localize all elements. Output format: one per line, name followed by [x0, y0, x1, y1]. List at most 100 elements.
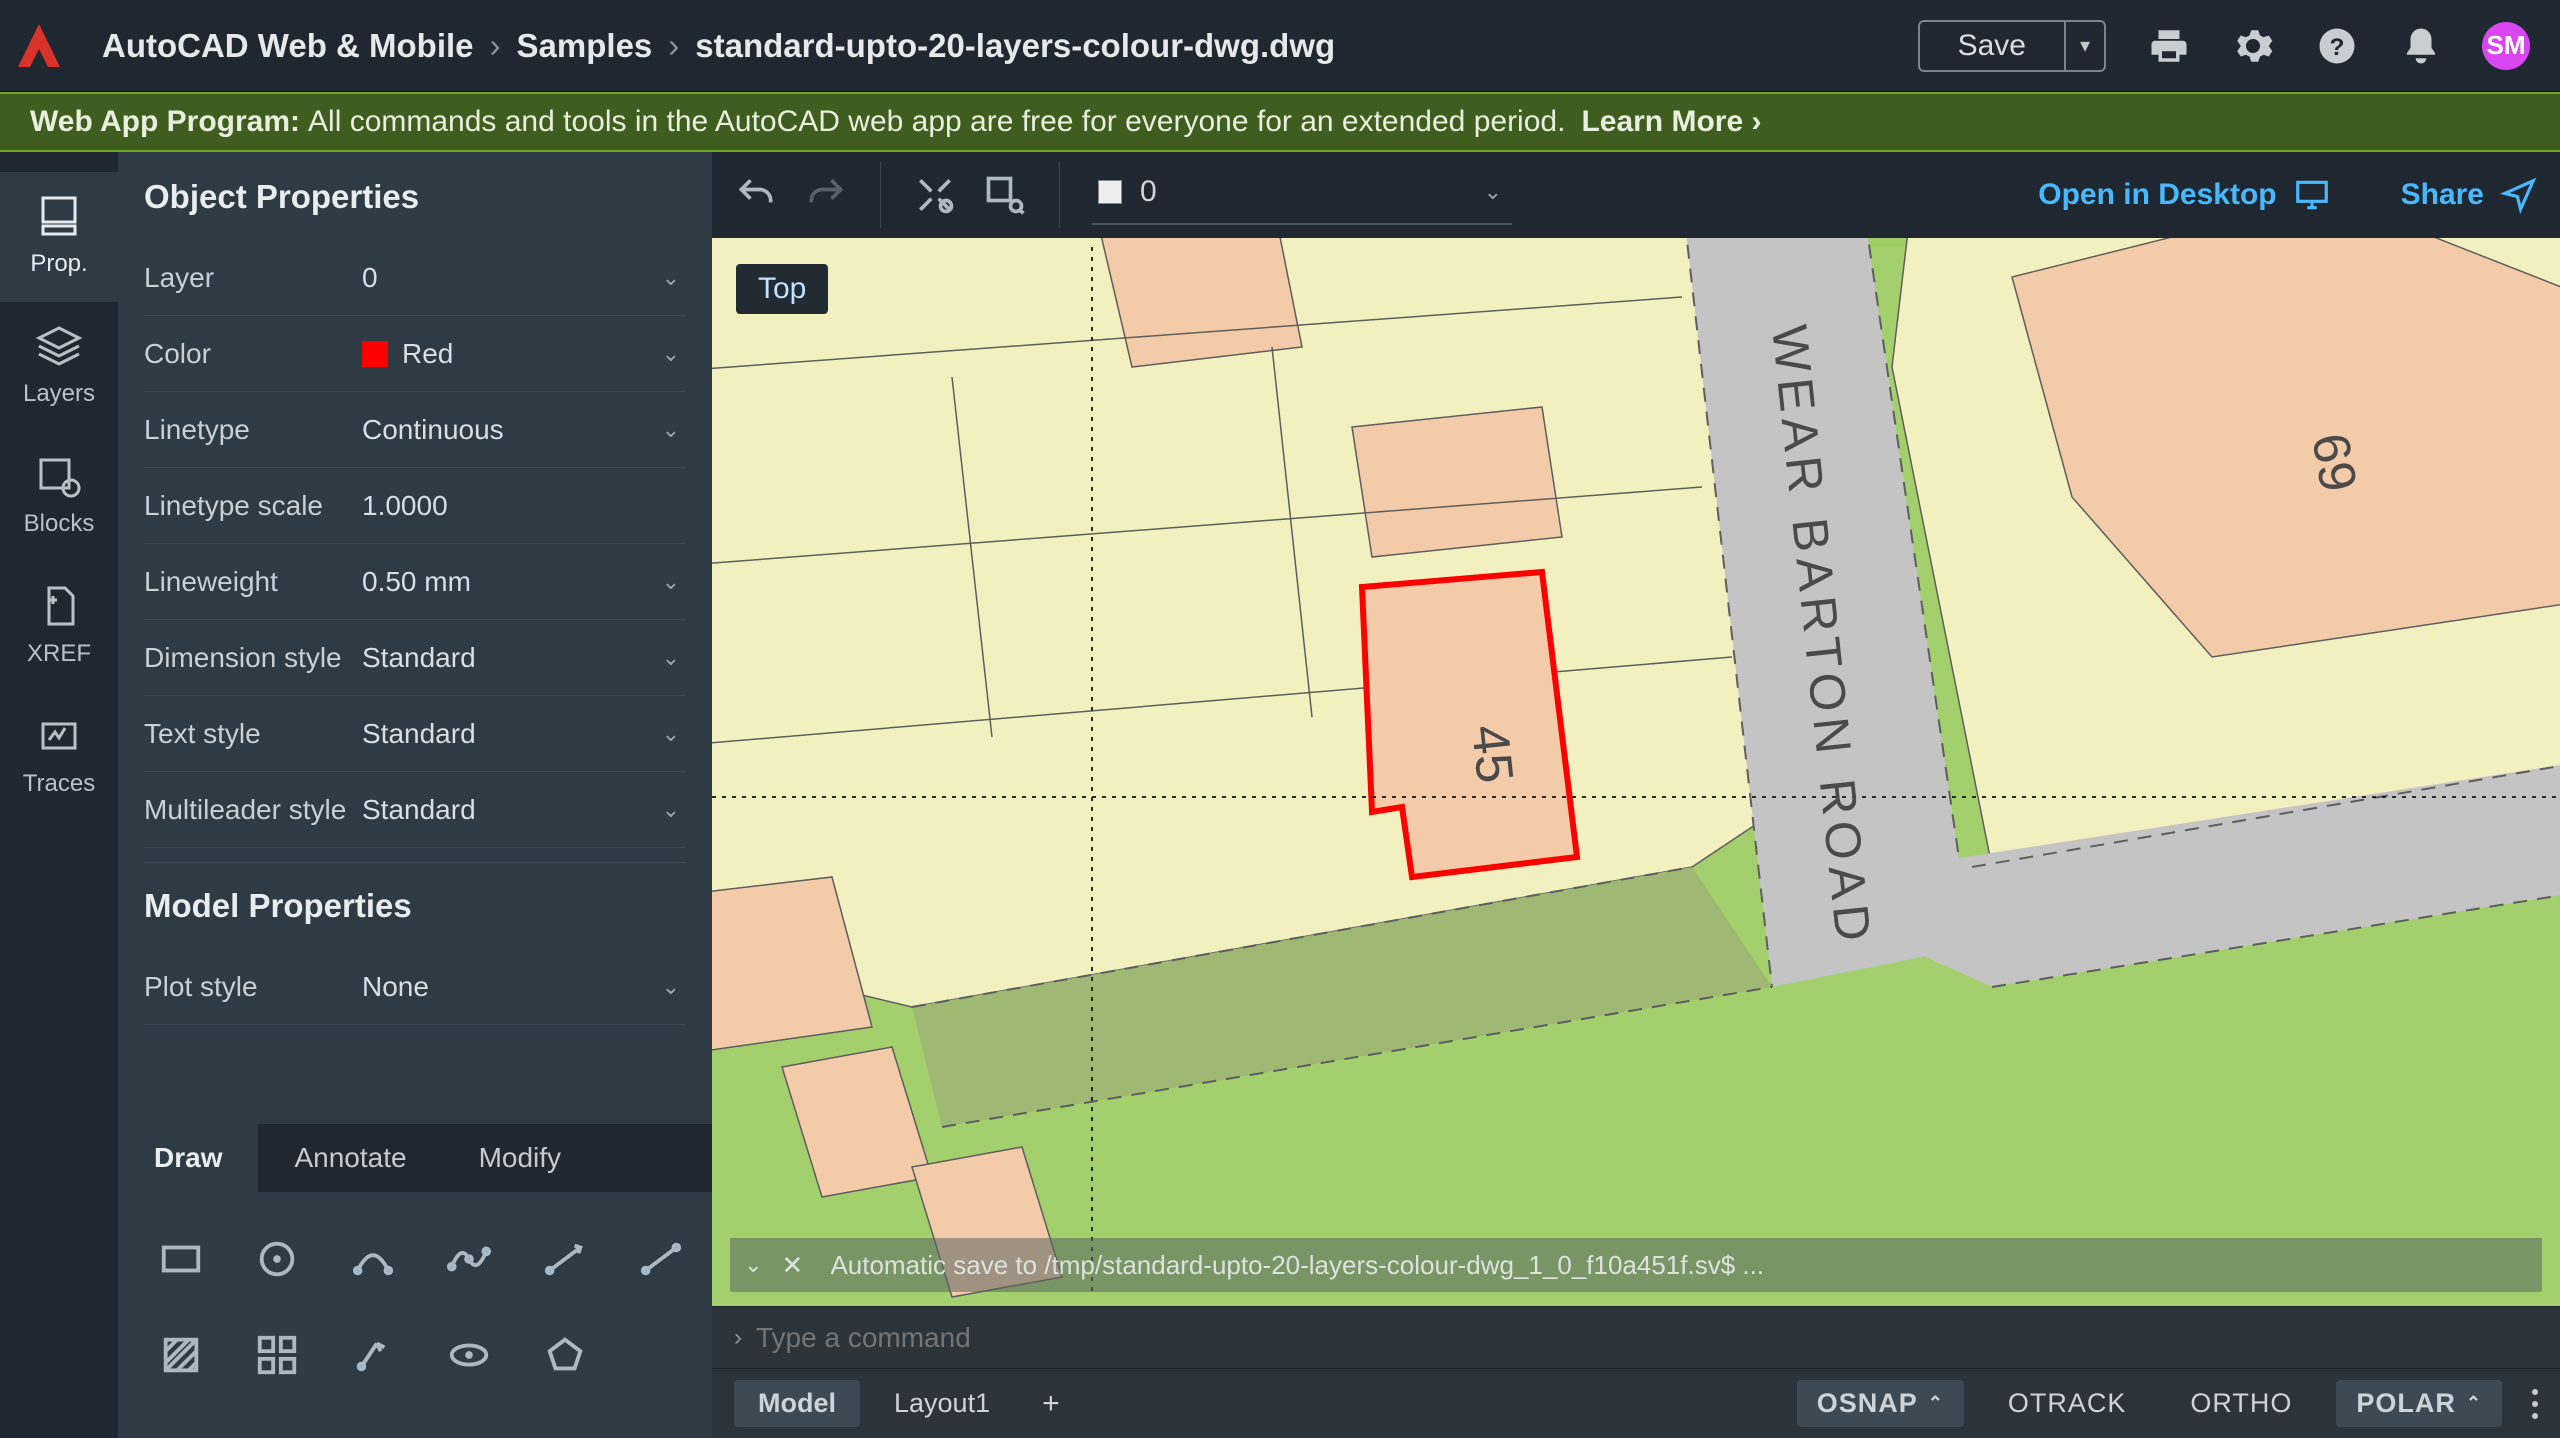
prop-ltscale[interactable]: Linetype scale 1.0000: [144, 468, 686, 544]
color-swatch: [362, 341, 388, 367]
properties-panel: Object Properties Layer 0⌄ Color Red⌄ Li…: [118, 152, 712, 1438]
tool-line[interactable]: [622, 1220, 700, 1298]
save-dropdown[interactable]: ▾: [2066, 22, 2104, 70]
prop-lineweight[interactable]: Lineweight 0.50 mm⌄: [144, 544, 686, 620]
save-button[interactable]: Save ▾: [1918, 20, 2106, 72]
autosave-text: Automatic save to /tmp/standard-upto-20-…: [830, 1250, 1764, 1281]
breadcrumb-folder[interactable]: Samples: [517, 27, 653, 65]
autosave-message: ⌄ ✕ Automatic save to /tmp/standard-upto…: [730, 1238, 2542, 1292]
chevron-down-icon: ⌄: [1484, 179, 1502, 205]
open-in-desktop-button[interactable]: Open in Desktop: [2038, 176, 2330, 214]
tab-layout1[interactable]: Layout1: [870, 1380, 1014, 1427]
drawing-canvas[interactable]: Top: [712, 238, 2560, 1306]
tool-hatch[interactable]: [142, 1316, 220, 1394]
layers-icon: [35, 322, 83, 370]
tool-rectangle[interactable]: [142, 1220, 220, 1298]
undo-button[interactable]: [734, 173, 778, 217]
share-button[interactable]: Share: [2401, 176, 2538, 214]
tab-annotate[interactable]: Annotate: [258, 1124, 442, 1192]
nav-traces-label: Traces: [23, 770, 95, 798]
layer-current-value: 0: [1140, 175, 1157, 209]
toggle-otrack[interactable]: OTRACK: [1988, 1380, 2147, 1427]
breadcrumb-sep-icon: ›: [490, 27, 501, 65]
chevron-down-icon: ⌄: [662, 797, 680, 823]
canvas-toolbar: 0 ⌄ Open in Desktop Share: [712, 152, 2560, 238]
nav-xref[interactable]: XREF: [0, 562, 118, 692]
chevron-down-icon[interactable]: ⌄: [744, 1252, 762, 1278]
gear-icon[interactable]: [2232, 25, 2274, 67]
avatar[interactable]: SM: [2482, 22, 2530, 70]
tool-polyline[interactable]: [526, 1220, 604, 1298]
command-input[interactable]: [756, 1322, 2538, 1354]
nav-properties[interactable]: Prop.: [0, 172, 118, 302]
prop-layer[interactable]: Layer 0⌄: [144, 240, 686, 316]
nav-blocks[interactable]: Blocks: [0, 432, 118, 562]
prop-color[interactable]: Color Red⌄: [144, 316, 686, 392]
tool-circle[interactable]: [238, 1220, 316, 1298]
tool-ellipse[interactable]: [430, 1316, 508, 1394]
save-button-label[interactable]: Save: [1920, 22, 2066, 70]
desktop-icon: [2293, 176, 2331, 214]
tool-spline[interactable]: [430, 1220, 508, 1298]
tool-point[interactable]: [334, 1316, 412, 1394]
prop-plotstyle[interactable]: Plot style None⌄: [144, 949, 686, 1025]
bell-icon[interactable]: [2400, 25, 2442, 67]
drawing-content: 45 69 WEAR BARTON ROAD: [712, 238, 2560, 1306]
breadcrumb-root[interactable]: AutoCAD Web & Mobile: [102, 27, 474, 65]
command-bar[interactable]: ›: [712, 1306, 2560, 1368]
nav-blocks-label: Blocks: [24, 510, 95, 538]
banner-title: Web App Program:: [30, 105, 300, 139]
tab-draw[interactable]: Draw: [118, 1124, 258, 1192]
nav-layers-label: Layers: [23, 380, 95, 408]
nav-xref-label: XREF: [27, 640, 91, 668]
prop-linetype[interactable]: Linetype Continuous⌄: [144, 392, 686, 468]
banner-text: All commands and tools in the AutoCAD we…: [308, 105, 1565, 139]
breadcrumb: AutoCAD Web & Mobile › Samples › standar…: [102, 27, 1335, 65]
chevron-down-icon: ⌄: [662, 341, 680, 367]
blocks-icon: [35, 452, 83, 500]
toggle-osnap[interactable]: OSNAP⌃: [1797, 1380, 1964, 1427]
add-layout-button[interactable]: +: [1024, 1383, 1078, 1425]
layer-dropdown[interactable]: 0 ⌄: [1092, 165, 1512, 225]
object-properties-heading: Object Properties: [144, 178, 686, 216]
view-label[interactable]: Top: [736, 264, 828, 314]
zoom-extents-button[interactable]: [913, 173, 957, 217]
svg-text:?: ?: [2330, 33, 2345, 60]
promo-banner: Web App Program: All commands and tools …: [0, 92, 2560, 152]
nav-layers[interactable]: Layers: [0, 302, 118, 432]
tool-polygon[interactable]: [526, 1316, 604, 1394]
toggle-polar[interactable]: POLAR⌃: [2336, 1380, 2502, 1427]
chevron-down-icon: ⌄: [662, 721, 680, 747]
chevron-up-icon: ⌃: [1928, 1393, 1944, 1414]
tab-model[interactable]: Model: [734, 1380, 860, 1427]
toggle-ortho[interactable]: ORTHO: [2170, 1380, 2312, 1427]
chevron-down-icon: ⌄: [662, 417, 680, 443]
model-properties-heading: Model Properties: [144, 887, 686, 925]
prop-mleader[interactable]: Multileader style Standard⌄: [144, 772, 686, 848]
more-menu-icon[interactable]: [2532, 1389, 2538, 1419]
tool-array[interactable]: [238, 1316, 316, 1394]
sidebar-nav: Prop. Layers Blocks XREF Traces: [0, 152, 118, 1438]
draw-tools: [118, 1192, 712, 1438]
redo-button[interactable]: [804, 173, 848, 217]
tab-modify[interactable]: Modify: [443, 1124, 597, 1192]
title-bar: AutoCAD Web & Mobile › Samples › standar…: [0, 0, 2560, 92]
zoom-window-button[interactable]: [983, 173, 1027, 217]
help-icon[interactable]: ?: [2316, 25, 2358, 67]
chevron-down-icon: ⌄: [662, 645, 680, 671]
prop-dimstyle[interactable]: Dimension style Standard⌄: [144, 620, 686, 696]
nav-properties-label: Prop.: [30, 250, 87, 278]
traces-icon: [35, 712, 83, 760]
xref-icon: [35, 582, 83, 630]
breadcrumb-sep-icon: ›: [668, 27, 679, 65]
chevron-up-icon: ⌃: [2466, 1393, 2482, 1414]
close-icon[interactable]: ✕: [776, 1249, 808, 1281]
layer-color-swatch: [1098, 180, 1122, 204]
chevron-down-icon: ⌄: [662, 265, 680, 291]
print-icon[interactable]: [2148, 25, 2190, 67]
learn-more-link[interactable]: Learn More ›: [1581, 105, 1761, 139]
tool-arc[interactable]: [334, 1220, 412, 1298]
tool-tabs: Draw Annotate Modify: [118, 1124, 712, 1192]
nav-traces[interactable]: Traces: [0, 692, 118, 822]
prop-textstyle[interactable]: Text style Standard⌄: [144, 696, 686, 772]
